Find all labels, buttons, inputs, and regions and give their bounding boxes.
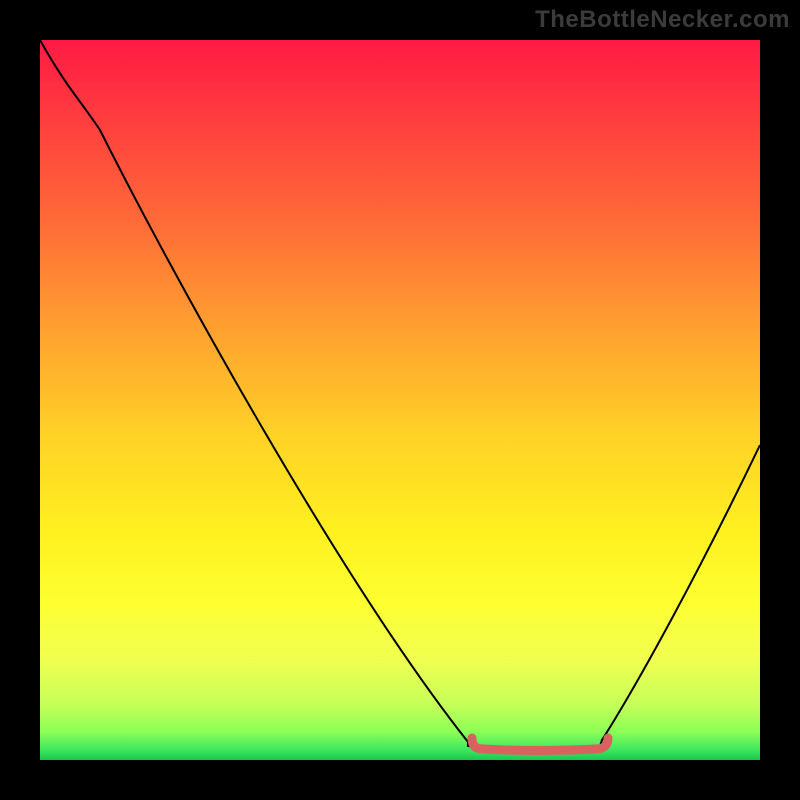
- bottleneck-chart: [40, 40, 760, 760]
- gradient-background: [40, 40, 760, 760]
- watermark-text: TheBottleNecker.com: [535, 6, 790, 34]
- plot-area: [40, 40, 760, 760]
- chart-frame: TheBottleNecker.com: [0, 0, 800, 800]
